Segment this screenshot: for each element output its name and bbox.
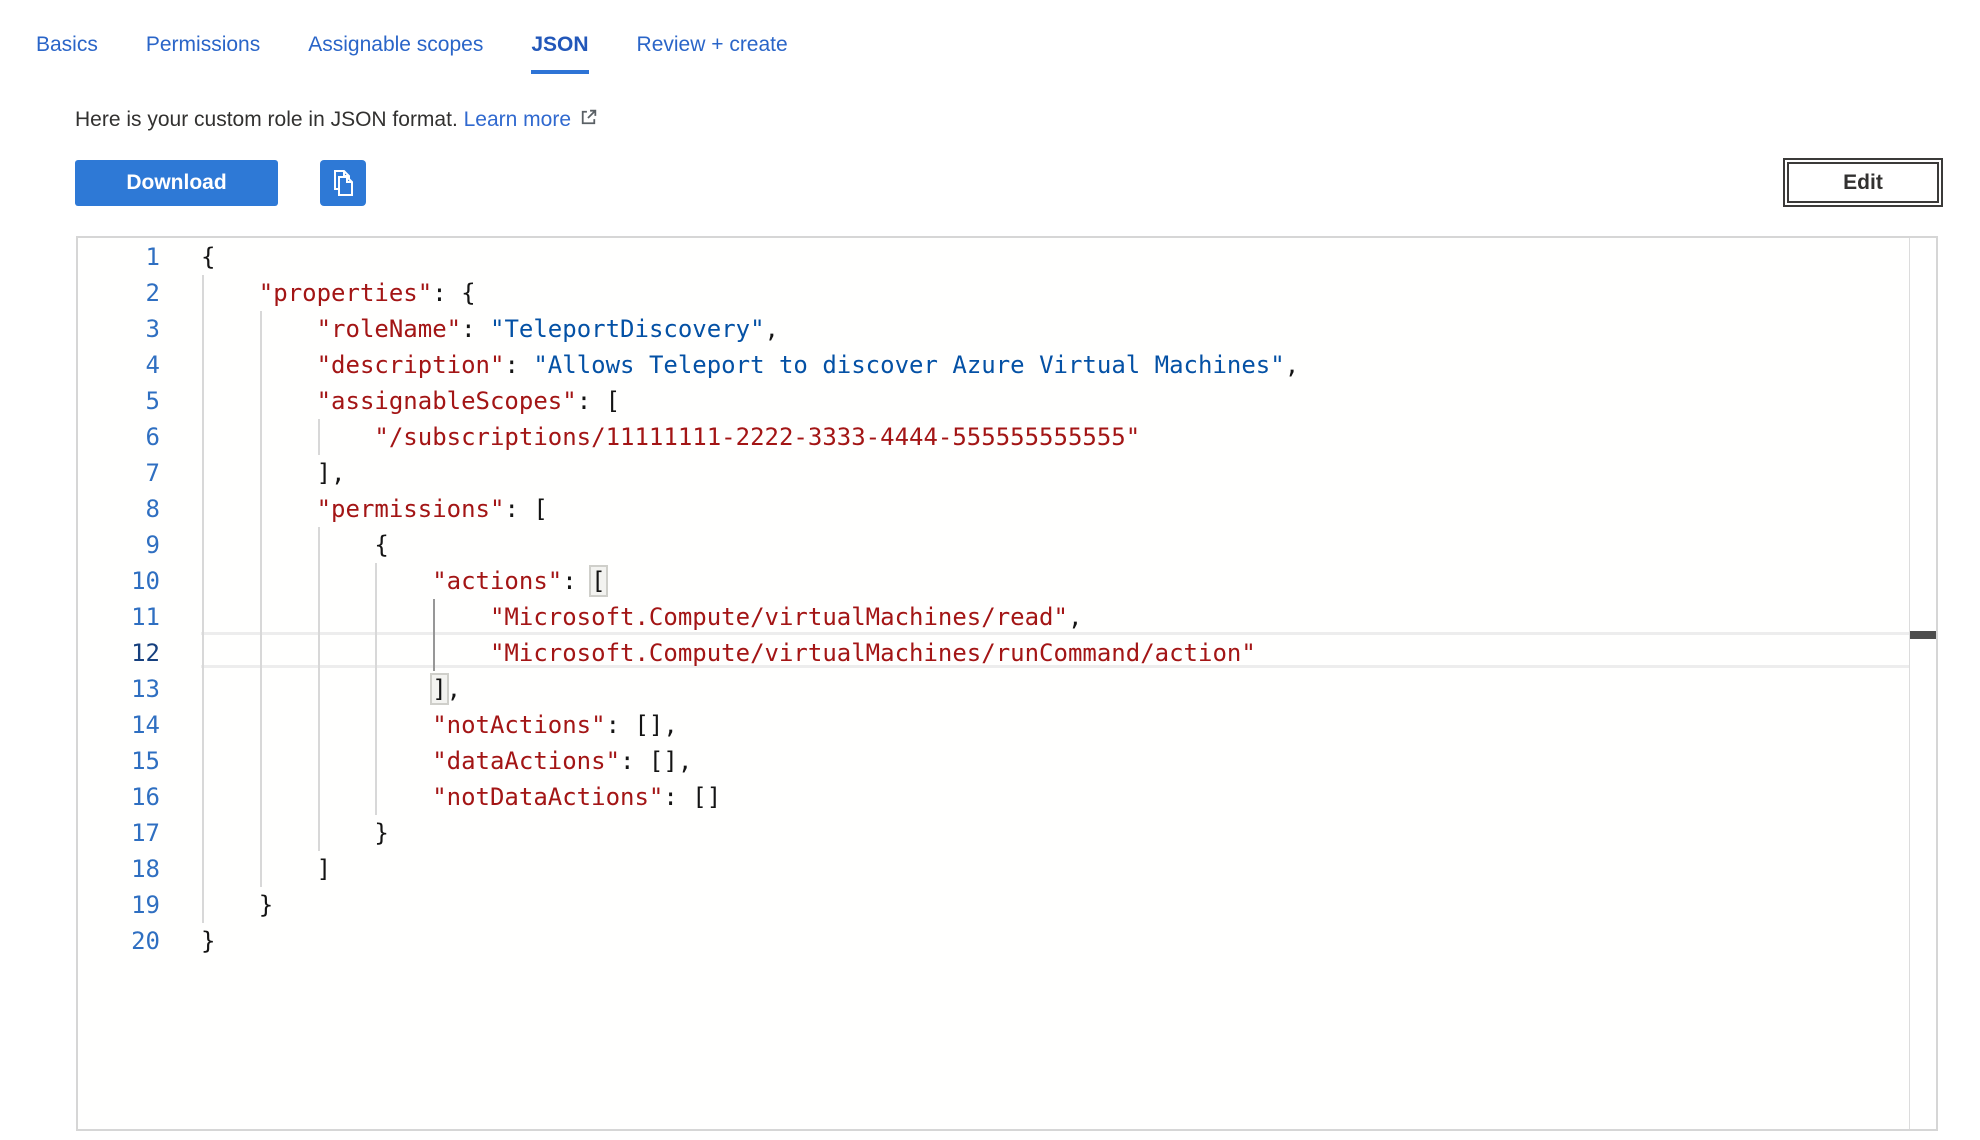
overview-ruler-cursor-marker — [1910, 631, 1936, 639]
line-number: 14 — [78, 707, 201, 743]
intro-sentence: Here is your custom role in JSON format. — [75, 108, 458, 131]
code-line: "notActions": [], — [201, 707, 1909, 743]
line-number: 1 — [78, 239, 201, 275]
code-line: } — [201, 923, 1909, 959]
line-number: 5 — [78, 383, 201, 419]
line-number: 10 — [78, 563, 201, 599]
line-number-gutter: 1234567891011121314151617181920 — [78, 238, 201, 1129]
edit-button[interactable]: Edit — [1783, 158, 1943, 207]
line-number: 6 — [78, 419, 201, 455]
code-line: "roleName": "TeleportDiscovery", — [201, 311, 1909, 347]
line-number: 11 — [78, 599, 201, 635]
bracket-match-highlight: ] — [432, 675, 446, 703]
tab-json[interactable]: JSON — [531, 33, 588, 74]
line-number: 8 — [78, 491, 201, 527]
tab-review-create[interactable]: Review + create — [637, 33, 788, 74]
code-line: ], — [201, 671, 1909, 707]
wizard-tabbar: Basics Permissions Assignable scopes JSO… — [36, 33, 836, 74]
copy-pages-icon — [329, 168, 357, 198]
learn-more-label: Learn more — [464, 108, 571, 131]
copy-button[interactable] — [320, 160, 366, 206]
line-number: 15 — [78, 743, 201, 779]
json-editor[interactable]: 1234567891011121314151617181920 { "prope… — [76, 236, 1938, 1131]
line-number: 17 — [78, 815, 201, 851]
code-line: "dataActions": [], — [201, 743, 1909, 779]
code-line: "Microsoft.Compute/virtualMachines/runCo… — [201, 635, 1909, 671]
line-number: 19 — [78, 887, 201, 923]
overview-ruler[interactable] — [1909, 238, 1936, 1129]
code-line: ], — [201, 455, 1909, 491]
line-number: 13 — [78, 671, 201, 707]
line-number: 3 — [78, 311, 201, 347]
code-line: "assignableScopes": [ — [201, 383, 1909, 419]
code-line: { — [201, 239, 1909, 275]
code-line: } — [201, 887, 1909, 923]
code-line: { — [201, 527, 1909, 563]
tab-basics[interactable]: Basics — [36, 33, 98, 74]
custom-role-json-page: Basics Permissions Assignable scopes JSO… — [0, 0, 1980, 1140]
tab-assignable-scopes[interactable]: Assignable scopes — [308, 33, 483, 74]
line-number: 9 — [78, 527, 201, 563]
intro-text: Here is your custom role in JSON format.… — [75, 106, 599, 134]
line-number: 7 — [78, 455, 201, 491]
line-number: 18 — [78, 851, 201, 887]
code-line: "notDataActions": [] — [201, 779, 1909, 815]
line-number: 4 — [78, 347, 201, 383]
code-line: "permissions": [ — [201, 491, 1909, 527]
bracket-match-highlight: [ — [591, 567, 605, 595]
external-link-icon — [578, 107, 599, 128]
code-line: "properties": { — [201, 275, 1909, 311]
code-area[interactable]: { "properties": { "roleName": "TeleportD… — [201, 238, 1909, 1129]
code-line: ] — [201, 851, 1909, 887]
code-line: "Microsoft.Compute/virtualMachines/read"… — [201, 599, 1909, 635]
learn-more-link[interactable]: Learn more — [464, 108, 599, 131]
download-button[interactable]: Download — [75, 160, 278, 206]
tab-permissions[interactable]: Permissions — [146, 33, 260, 74]
code-line: "actions": [ — [201, 563, 1909, 599]
code-line: "/subscriptions/11111111-2222-3333-4444-… — [201, 419, 1909, 455]
line-number: 16 — [78, 779, 201, 815]
line-number: 12 — [78, 635, 201, 671]
code-line: } — [201, 815, 1909, 851]
line-number: 20 — [78, 923, 201, 959]
code-line: "description": "Allows Teleport to disco… — [201, 347, 1909, 383]
line-number: 2 — [78, 275, 201, 311]
